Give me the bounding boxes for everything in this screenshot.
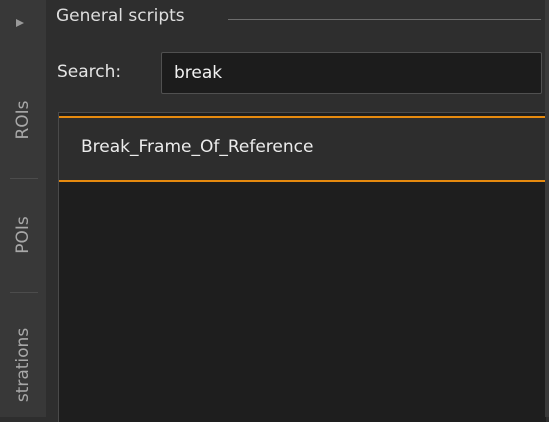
tab-registrations-label: strations [13, 327, 33, 402]
tab-rois[interactable]: ROIs [6, 80, 40, 160]
tab-pois[interactable]: POIs [6, 195, 40, 275]
group-title: General scripts [56, 6, 185, 26]
search-input[interactable] [161, 52, 542, 94]
tab-rois-label: ROIs [13, 100, 33, 140]
search-label: Search: [57, 62, 122, 82]
list-item-break-frame-of-reference[interactable]: Break_Frame_Of_Reference [59, 116, 546, 182]
rail-divider [10, 292, 38, 293]
tab-pois-label: POIs [13, 216, 33, 254]
list-item-label: Break_Frame_Of_Reference [81, 137, 314, 157]
panel-edge [545, 0, 549, 417]
expand-arrow-icon[interactable] [14, 17, 26, 29]
tab-registrations[interactable]: strations [6, 312, 40, 417]
side-rail: ROIs POIs strations [0, 0, 46, 417]
rail-divider [10, 178, 38, 179]
group-header: General scripts [54, 5, 541, 33]
group-divider [228, 19, 541, 20]
script-list: Break_Frame_Of_Reference [58, 112, 546, 422]
